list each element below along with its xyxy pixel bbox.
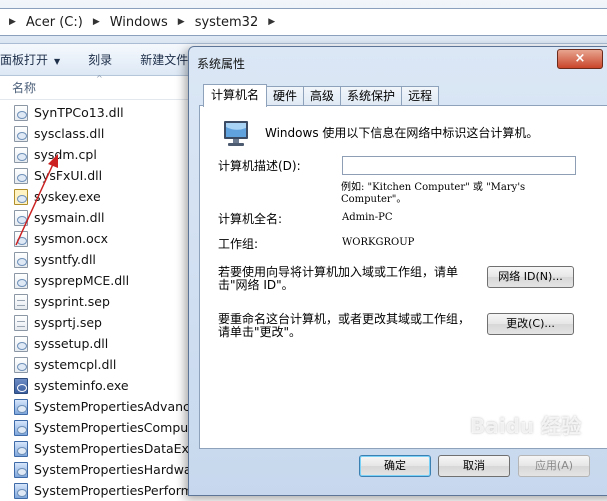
- sysprop-icon: [14, 482, 28, 499]
- cpl-icon: [14, 146, 28, 163]
- organize-button[interactable]: 面板打开 ▼: [0, 51, 74, 68]
- chevron-right-icon[interactable]: ▶: [172, 17, 191, 27]
- list-item[interactable]: sysclass.dll: [0, 123, 200, 144]
- chevron-right-icon[interactable]: ▶: [87, 17, 106, 27]
- network-id-description: 若要使用向导将计算机加入域或工作组，请单击"网络 ID"。: [218, 265, 459, 292]
- file-name: sysclass.dll: [34, 126, 105, 141]
- computer-icon: [224, 121, 248, 146]
- system-properties-dialog: 系统属性 × 计算机名 硬件 高级 系统保护 远程 Windows 使用以下信息…: [188, 46, 607, 496]
- computer-description-label: 计算机描述(D):: [218, 159, 301, 173]
- example-text: 例如: "Kitchen Computer" 或 "Mary's Compute…: [341, 182, 526, 205]
- ocx-icon: [14, 230, 28, 247]
- list-item[interactable]: SystemPropertiesDataExec: [0, 438, 204, 459]
- rename-description: 要重命名这台计算机，或者更改其域或工作组，请单击"更改"。: [218, 312, 471, 339]
- sort-chevron-icon: ^: [96, 74, 103, 83]
- tab-hardware[interactable]: 硬件: [266, 86, 305, 106]
- file-name: sysprepMCE.dll: [34, 273, 130, 288]
- list-item[interactable]: systemcpl.dll: [0, 354, 200, 375]
- exe-icon: [14, 377, 28, 394]
- ok-button[interactable]: 确定: [359, 455, 431, 477]
- chevron-right-icon: ▶: [9, 17, 16, 27]
- dialog-title: 系统属性: [197, 57, 246, 71]
- list-item[interactable]: sysmain.dll: [0, 207, 200, 228]
- breadcrumb-windows[interactable]: Windows: [106, 15, 172, 30]
- apply-button[interactable]: 应用(A): [518, 455, 590, 477]
- address-box[interactable]: ▶ Acer (C:) ▶ Windows ▶ system32 ▶: [0, 8, 607, 36]
- cancel-button[interactable]: 取消: [438, 455, 510, 477]
- dll-icon: [14, 335, 28, 352]
- close-button[interactable]: ×: [557, 49, 603, 69]
- network-id-button[interactable]: 网络 ID(N)...: [487, 266, 574, 288]
- dll-icon: [14, 125, 28, 142]
- dll-icon: [14, 251, 28, 268]
- change-button[interactable]: 更改(C)...: [487, 313, 574, 335]
- dll-icon: [14, 209, 28, 226]
- list-item[interactable]: SynTPCo13.dll: [0, 102, 200, 123]
- column-header-name[interactable]: ^ 名称: [0, 74, 200, 100]
- tab-computer-name[interactable]: 计算机名: [203, 84, 268, 107]
- file-name: SystemPropertiesHardwar: [34, 462, 197, 477]
- dll-icon: [14, 356, 28, 373]
- list-item[interactable]: SystemPropertiesCompute: [0, 417, 201, 438]
- full-name-value: Admin-PC: [342, 212, 393, 223]
- list-item[interactable]: SystemPropertiesHardwar: [0, 459, 200, 480]
- address-bar: ▶ Acer (C:) ▶ Windows ▶ system32 ▶: [0, 0, 607, 44]
- file-name: SystemPropertiesCompute: [34, 420, 201, 435]
- sysprop-icon: [14, 419, 28, 436]
- file-name: systeminfo.exe: [34, 378, 129, 393]
- file-name: SystemPropertiesAdvanced: [34, 399, 206, 414]
- list-item[interactable]: syskey.exe: [0, 186, 200, 207]
- file-name: SysFxUI.dll: [34, 168, 103, 183]
- file-name: SystemPropertiesDataExec: [34, 441, 204, 456]
- list-item[interactable]: sysmon.ocx: [0, 228, 200, 249]
- sysprop-icon: [14, 398, 28, 415]
- file-name: sysprint.sep: [34, 294, 110, 309]
- list-item[interactable]: sysprepMCE.dll: [0, 270, 200, 291]
- file-name: sysntfy.dll: [34, 252, 96, 267]
- key-exe-icon: [14, 188, 28, 205]
- list-item[interactable]: sysdm.cpl: [0, 144, 200, 165]
- tab-system-protection[interactable]: 系统保护: [340, 86, 403, 106]
- file-name: sysdm.cpl: [34, 147, 97, 162]
- list-item[interactable]: SystemPropertiesAdvanced: [0, 396, 206, 417]
- doc-icon: [14, 293, 28, 310]
- tab-advanced[interactable]: 高级: [303, 86, 342, 106]
- sysprop-icon: [14, 440, 28, 457]
- list-item[interactable]: SystemPropertiesPerformance.exe: [0, 480, 249, 501]
- tab-panel-computer-name: Windows 使用以下信息在网络中标识这台计算机。 计算机描述(D): 例如:…: [199, 105, 607, 449]
- tab-remote[interactable]: 远程: [401, 86, 440, 106]
- list-item[interactable]: systeminfo.exe: [0, 375, 200, 396]
- breadcrumb-drive[interactable]: Acer (C:): [22, 15, 87, 30]
- list-item[interactable]: sysprtj.sep: [0, 312, 200, 333]
- workgroup-label: 工作组:: [218, 237, 259, 251]
- file-name: syssetup.dll: [34, 336, 109, 351]
- list-item[interactable]: syssetup.dll: [0, 333, 200, 354]
- chevron-down-icon: ▼: [54, 57, 61, 66]
- file-name: sysprtj.sep: [34, 315, 102, 330]
- tab-bar: 计算机名 硬件 高级 系统保护 远程: [203, 84, 440, 107]
- list-item[interactable]: sysprint.sep: [0, 291, 200, 312]
- column-name-label: 名称: [12, 81, 37, 95]
- breadcrumb-system32[interactable]: system32: [191, 15, 263, 30]
- file-name: systemcpl.dll: [34, 357, 117, 372]
- organize-label: 面板打开: [0, 53, 49, 67]
- full-name-label: 计算机全名:: [218, 212, 283, 226]
- doc-icon: [14, 314, 28, 331]
- computer-description-input[interactable]: [342, 156, 576, 175]
- file-name: syskey.exe: [34, 189, 101, 204]
- file-name: sysmain.dll: [34, 210, 105, 225]
- file-name: sysmon.ocx: [34, 231, 109, 246]
- list-item[interactable]: SysFxUI.dll: [0, 165, 200, 186]
- dll-icon: [14, 167, 28, 184]
- dll-icon: [14, 104, 28, 121]
- sysprop-icon: [14, 461, 28, 478]
- list-item[interactable]: sysntfy.dll: [0, 249, 200, 270]
- file-name: SynTPCo13.dll: [34, 105, 124, 120]
- file-list: SynTPCo13.dll sysclass.dll sysdm.cpl Sys…: [0, 102, 249, 501]
- workgroup-value: WORKGROUP: [342, 237, 415, 248]
- chevron-right-icon[interactable]: ▶: [262, 17, 281, 27]
- dll-icon: [14, 272, 28, 289]
- intro-text: Windows 使用以下信息在网络中标识这台计算机。: [265, 126, 539, 140]
- burn-button[interactable]: 刻录: [74, 51, 126, 68]
